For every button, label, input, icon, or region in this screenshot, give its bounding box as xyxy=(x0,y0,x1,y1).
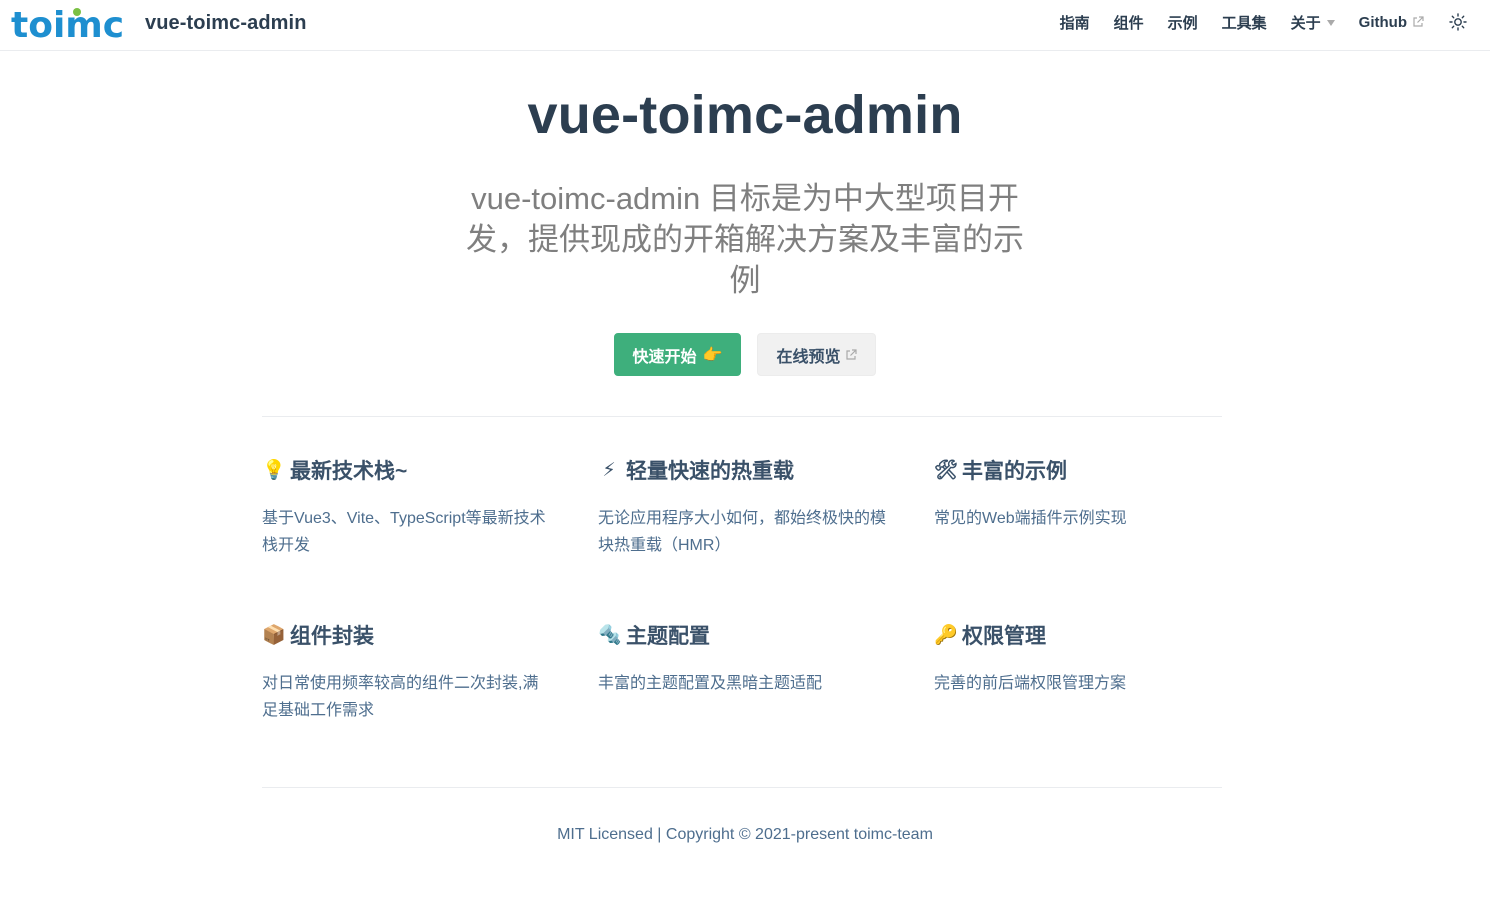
feature-description: 完善的前后端权限管理方案 xyxy=(934,675,1127,692)
feature-description: 常见的Web端插件示例实现 xyxy=(934,510,1127,527)
feature-title-text: 组件封装 xyxy=(290,625,374,648)
hero-description: vue-toimc-admin 目标是为中大型项目开发，提供现成的开箱解决方案及… xyxy=(466,181,1024,298)
caret-down-icon xyxy=(1326,20,1335,26)
feature-title: 🔑 权限管理 xyxy=(934,620,1224,650)
nav-link-label: 组件 xyxy=(1113,14,1144,32)
feature-title-text: 最新技术栈~ xyxy=(290,460,408,483)
lightning-icon: ⚡ xyxy=(602,459,616,481)
feature-item: 🛠 丰富的示例 常见的Web端插件示例实现 xyxy=(934,455,1224,532)
pointing-hand-icon: 👉 xyxy=(702,346,723,364)
nav-link-github[interactable]: Github xyxy=(1359,14,1424,31)
nav-links: 指南 组件 示例 工具集 关于 Github xyxy=(1060,0,1468,44)
hero-actions: 快速开始 👉 在线预览 xyxy=(0,333,1490,376)
external-link-icon xyxy=(846,348,858,360)
site-name: vue-toimc-admin xyxy=(145,11,307,34)
feature-title: ⚡ 轻量快速的热重载 xyxy=(598,455,888,485)
tools-icon: 🛠 xyxy=(934,460,959,481)
feature-item: 🔩 主题配置 丰富的主题配置及黑暗主题适配 xyxy=(598,620,888,697)
get-started-button[interactable]: 快速开始 👉 xyxy=(613,333,742,376)
get-started-label: 快速开始 xyxy=(632,348,697,366)
hero-title: vue-toimc-admin xyxy=(527,85,963,145)
feature-item: 🔑 权限管理 完善的前后端权限管理方案 xyxy=(934,620,1224,697)
external-link-icon xyxy=(1413,16,1424,27)
feature-title-text: 主题配置 xyxy=(626,625,710,648)
feature-item: 📦 组件封装 对日常使用频率较高的组件二次封装,满足基础工作需求 xyxy=(262,620,552,724)
online-preview-button[interactable]: 在线预览 xyxy=(757,333,877,376)
lightbulb-icon: 💡 xyxy=(262,460,286,481)
feature-title-text: 丰富的示例 xyxy=(962,460,1067,483)
sun-icon xyxy=(1449,13,1467,31)
feature-item: 💡 最新技术栈~ 基于Vue3、Vite、TypeScript等最新技术栈开发 xyxy=(262,455,552,559)
features-divider xyxy=(262,416,1222,417)
online-preview-label: 在线预览 xyxy=(776,348,841,366)
feature-description: 基于Vue3、Vite、TypeScript等最新技术栈开发 xyxy=(262,510,546,554)
toimc-logo: toimc xyxy=(11,5,124,42)
feature-description: 丰富的主题配置及黑暗主题适配 xyxy=(598,675,823,692)
nav-link-label: 示例 xyxy=(1167,14,1198,32)
feature-title-text: 权限管理 xyxy=(962,625,1046,648)
feature-title-text: 轻量快速的热重载 xyxy=(626,460,794,483)
nav-link-label: Github xyxy=(1358,13,1407,31)
feature-title: 💡 最新技术栈~ xyxy=(262,455,552,485)
nut-and-bolt-icon: 🔩 xyxy=(598,625,622,646)
nav-link-guide[interactable]: 指南 xyxy=(1060,12,1090,33)
nav-link-components[interactable]: 组件 xyxy=(1114,12,1144,33)
feature-title: 📦 组件封装 xyxy=(262,620,552,650)
nav-link-label: 指南 xyxy=(1059,14,1090,32)
nav-link-label: 关于 xyxy=(1290,14,1321,32)
footer: MIT Licensed | Copyright © 2021-present … xyxy=(557,826,933,843)
feature-description: 无论应用程序大小如何，都始终极快的模块热重载（HMR） xyxy=(598,510,887,554)
svg-text:toimc: toimc xyxy=(11,5,124,42)
theme-toggle-button[interactable] xyxy=(1448,12,1468,32)
home-link[interactable]: toimc vue-toimc-admin xyxy=(11,4,307,42)
nav-link-tools[interactable]: 工具集 xyxy=(1222,12,1267,33)
footer-divider xyxy=(262,787,1222,788)
nav-dropdown-about[interactable]: 关于 xyxy=(1291,12,1335,33)
feature-item: ⚡ 轻量快速的热重载 无论应用程序大小如何，都始终极快的模块热重载（HMR） xyxy=(598,455,888,559)
feature-title: 🛠 丰富的示例 xyxy=(934,455,1224,485)
navbar: toimc vue-toimc-admin 指南 组件 示例 工具集 关于 Gi… xyxy=(0,0,1490,51)
package-icon: 📦 xyxy=(262,625,286,646)
feature-title: 🔩 主题配置 xyxy=(598,620,888,650)
nav-link-examples[interactable]: 示例 xyxy=(1168,12,1198,33)
key-icon: 🔑 xyxy=(934,625,958,646)
nav-link-label: 工具集 xyxy=(1221,14,1267,32)
feature-description: 对日常使用频率较高的组件二次封装,满足基础工作需求 xyxy=(262,675,539,719)
